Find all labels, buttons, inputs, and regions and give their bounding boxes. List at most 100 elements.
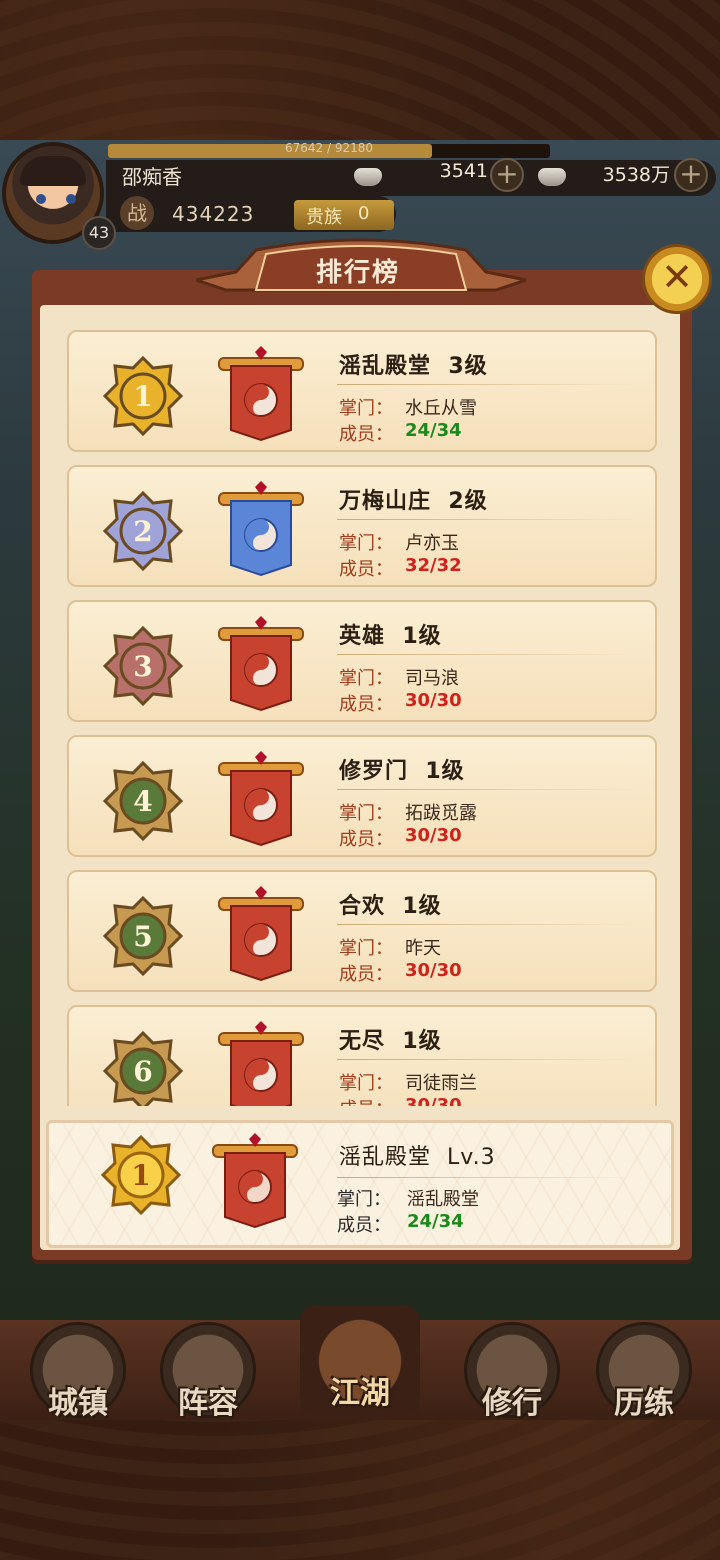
guild-name-line: 无尽 1级 xyxy=(339,1023,442,1055)
row-divider xyxy=(337,519,637,520)
self-rank-medal-icon: 1 xyxy=(100,1134,182,1216)
master-label: 掌门： xyxy=(339,533,393,554)
rank-number: 2 xyxy=(133,515,152,548)
members-label: 成员： xyxy=(339,829,393,850)
rank-medal-icon: 2 xyxy=(102,490,184,572)
rank-number: 1 xyxy=(133,380,152,413)
noble-label: 贵族 xyxy=(306,207,342,228)
master-name: 水丘从雪 xyxy=(405,398,477,419)
self-guild-banner-icon xyxy=(212,1133,298,1229)
exp-text: 67642 / 92180 xyxy=(284,141,374,155)
noble-badge[interactable]: 贵族 0 xyxy=(294,200,394,230)
guild-banner-icon xyxy=(218,481,304,577)
master-name: 拓跋觅露 xyxy=(405,803,477,824)
members-count: 32/32 xyxy=(405,555,462,576)
guild-name: 万梅山庄 xyxy=(339,489,432,514)
nav-label: 修行 xyxy=(482,1386,542,1421)
master-name: 司徒雨兰 xyxy=(405,1073,477,1094)
ranking-row[interactable]: 5 合欢 1级 掌门： 昨天 成员： 30/30 xyxy=(67,870,657,992)
ranking-list[interactable]: 1 滛乱殿堂 3级 掌门： 水丘从雪 成员： 24/34 2 万梅山庄 2级 掌… xyxy=(52,314,672,1106)
master-label: 掌门： xyxy=(339,1073,393,1094)
close-button[interactable]: ✕ xyxy=(642,244,712,314)
members-label: 成员： xyxy=(339,559,393,580)
row-divider xyxy=(337,384,637,385)
row-divider xyxy=(337,654,637,655)
guild-level: 1级 xyxy=(425,759,465,784)
guild-name-line: 修罗门 1级 xyxy=(339,753,465,785)
ranking-row[interactable]: 6 无尽 1级 掌门： 司徒雨兰 成员： 30/30 xyxy=(67,1005,657,1106)
guild-level: 2级 xyxy=(448,489,488,514)
guild-name: 合欢 xyxy=(339,894,386,919)
master-label: 掌门： xyxy=(339,803,393,824)
members-count: 24/34 xyxy=(405,420,462,441)
row-divider xyxy=(337,789,637,790)
master-label: 掌门： xyxy=(339,938,393,959)
members-count: 30/30 xyxy=(405,960,462,981)
master-name: 昨天 xyxy=(405,938,441,959)
self-guild-name: 滛乱殿堂 xyxy=(339,1145,432,1170)
self-master-label: 掌门： xyxy=(337,1189,391,1210)
master-label: 掌门： xyxy=(339,398,393,419)
members-label: 成员： xyxy=(339,694,393,715)
rank-number: 3 xyxy=(133,650,152,683)
master-name: 卢亦玉 xyxy=(405,533,459,554)
members-count: 30/30 xyxy=(405,690,462,711)
members-label: 成员： xyxy=(339,424,393,445)
guild-banner-icon xyxy=(218,886,304,982)
guild-name: 英雄 xyxy=(339,624,386,649)
self-members-count: 24/34 xyxy=(407,1211,464,1232)
player-level-badge: 43 xyxy=(82,216,116,250)
gold-ingot-icon xyxy=(354,168,382,186)
avatar-eyes xyxy=(36,194,76,204)
row-divider xyxy=(337,1059,637,1060)
self-guild-level: Lv.3 xyxy=(447,1145,496,1170)
guild-name-line: 万梅山庄 2级 xyxy=(339,483,488,515)
self-divider xyxy=(337,1177,637,1178)
guild-banner-icon xyxy=(218,751,304,847)
rank-number: 5 xyxy=(133,920,152,953)
rank-medal-icon: 3 xyxy=(102,625,184,707)
noble-level: 0 xyxy=(358,203,370,224)
guild-level: 3级 xyxy=(448,354,488,379)
members-label: 成员： xyxy=(339,1095,393,1106)
combat-power-icon: 战 xyxy=(120,196,154,230)
self-members-label: 成员： xyxy=(337,1215,391,1236)
nav-label: 阵容 xyxy=(178,1386,238,1421)
guild-level: 1级 xyxy=(402,624,442,649)
ranking-row[interactable]: 1 滛乱殿堂 3级 掌门： 水丘从雪 成员： 24/34 xyxy=(67,330,657,452)
master-name: 司马浪 xyxy=(405,668,459,689)
guild-name: 无尽 xyxy=(339,1029,386,1054)
self-guild-name-line: 滛乱殿堂 Lv.3 xyxy=(339,1139,496,1171)
combat-power-value: 434223 xyxy=(172,202,255,226)
ranking-row[interactable]: 3 英雄 1级 掌门： 司马浪 成员： 30/30 xyxy=(67,600,657,722)
self-rank-number: 1 xyxy=(131,1159,150,1192)
add-gold-button[interactable]: + xyxy=(490,158,524,192)
gold-amount: 3541 xyxy=(439,160,488,182)
nav-label: 历练 xyxy=(614,1386,674,1421)
guild-name-line: 合欢 1级 xyxy=(339,888,442,920)
guild-level: 1级 xyxy=(402,894,442,919)
guild-banner-icon xyxy=(218,1021,304,1106)
guild-name: 滛乱殿堂 xyxy=(339,354,432,379)
guild-name-line: 滛乱殿堂 3级 xyxy=(339,348,488,380)
rank-medal-icon: 6 xyxy=(102,1030,184,1106)
members-count: 30/30 xyxy=(405,1095,462,1106)
ranking-row[interactable]: 4 修罗门 1级 掌门： 拓跋觅露 成员： 30/30 xyxy=(67,735,657,857)
members-label: 成员： xyxy=(339,964,393,985)
close-icon: ✕ xyxy=(661,255,693,299)
silver-ingot-icon xyxy=(538,168,566,186)
nav-label: 城镇 xyxy=(48,1386,108,1421)
panel-title: 排行榜 xyxy=(315,258,400,288)
player-name: 邵痴香 xyxy=(122,165,182,189)
guild-banner-icon xyxy=(218,346,304,442)
guild-banner-icon xyxy=(218,616,304,712)
rank-number: 4 xyxy=(133,785,152,818)
ranking-row[interactable]: 2 万梅山庄 2级 掌门： 卢亦玉 成员： 32/32 xyxy=(67,465,657,587)
guild-name-line: 英雄 1级 xyxy=(339,618,442,650)
guild-name: 修罗门 xyxy=(339,759,409,784)
nav-label: 江湖 xyxy=(330,1376,390,1411)
rank-medal-icon: 5 xyxy=(102,895,184,977)
add-silver-button[interactable]: + xyxy=(674,158,708,192)
my-guild-card: 1 滛乱殿堂 Lv.3 掌门： 滛乱殿堂 成员： 24/34 xyxy=(46,1120,674,1248)
rank-medal-icon: 4 xyxy=(102,760,184,842)
